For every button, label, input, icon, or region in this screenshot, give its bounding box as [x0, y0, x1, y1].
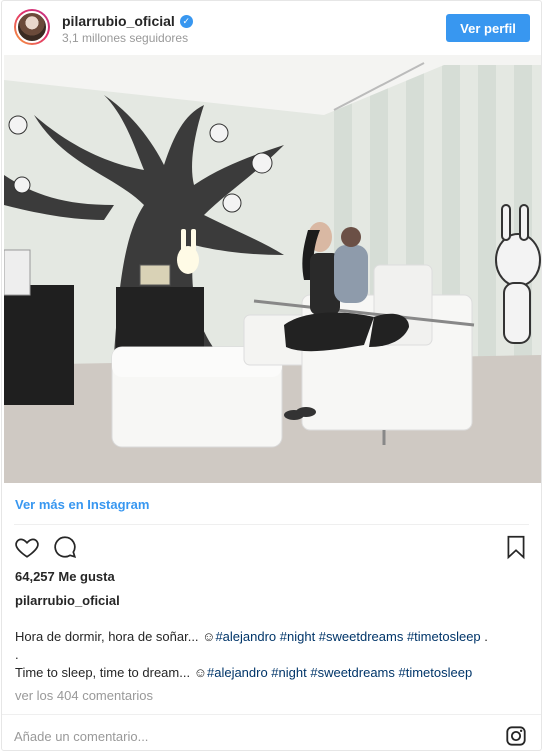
heart-icon[interactable] [14, 534, 40, 560]
post-photo[interactable] [4, 55, 541, 483]
instagram-embed-card: pilarrubio_oficial ✓ 3,1 millones seguid… [1, 0, 542, 751]
verified-badge-icon: ✓ [179, 14, 193, 28]
followers-count: 3,1 millones seguidores [62, 31, 189, 45]
caption-line-3: Time to sleep, time to dream... ☺#alejan… [15, 664, 530, 682]
username-row: pilarrubio_oficial ✓ [62, 13, 193, 29]
divider [2, 714, 541, 715]
hashtags[interactable]: #alejandro #night #sweetdreams #timetosl… [207, 665, 472, 680]
bookmark-icon[interactable] [503, 534, 529, 560]
view-profile-button[interactable]: Ver perfil [446, 14, 530, 42]
avatar[interactable] [14, 9, 50, 45]
caption-punctuation: . [480, 629, 488, 644]
view-more-on-instagram-link[interactable]: Ver más en Instagram [15, 497, 149, 512]
photo-illustration [4, 55, 541, 483]
caption: Hora de dormir, hora de soñar... ☺#aleja… [15, 628, 530, 682]
username-link[interactable]: pilarrubio_oficial [62, 13, 175, 29]
comment-bubble-icon[interactable] [52, 534, 78, 560]
post-header: pilarrubio_oficial ✓ 3,1 millones seguid… [2, 1, 541, 55]
divider [14, 524, 529, 525]
caption-line-2: . [15, 647, 19, 662]
smiley-emoji: ☺ [193, 665, 207, 680]
hashtags[interactable]: #alejandro #night #sweetdreams #timetosl… [215, 629, 480, 644]
instagram-icon[interactable] [505, 725, 527, 747]
like-count[interactable]: 64,257 Me gusta [15, 569, 115, 584]
caption-author[interactable]: pilarrubio_oficial [15, 593, 120, 608]
view-comments-link[interactable]: ver los 404 comentarios [15, 688, 153, 703]
action-bar [14, 534, 78, 560]
avatar-image [16, 11, 48, 43]
caption-text-en: Time to sleep, time to dream... [15, 665, 194, 680]
caption-text: Hora de dormir, hora de soñar... [15, 629, 203, 644]
caption-line-1: Hora de dormir, hora de soñar... ☺#aleja… [15, 628, 530, 646]
comment-input[interactable] [14, 721, 474, 750]
smiley-emoji: ☺ [202, 629, 216, 644]
